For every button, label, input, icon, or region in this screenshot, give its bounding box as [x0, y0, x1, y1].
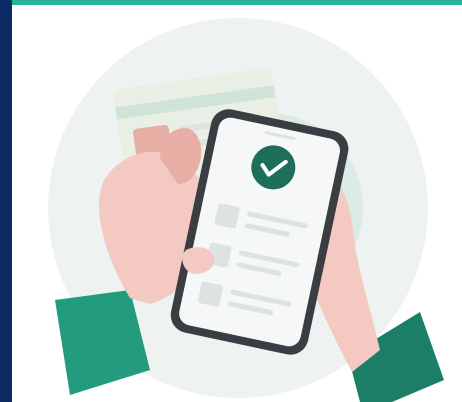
checkbox-icon — [198, 281, 224, 307]
id-verification-illustration — [48, 18, 444, 402]
checkbox-icon — [214, 203, 240, 229]
